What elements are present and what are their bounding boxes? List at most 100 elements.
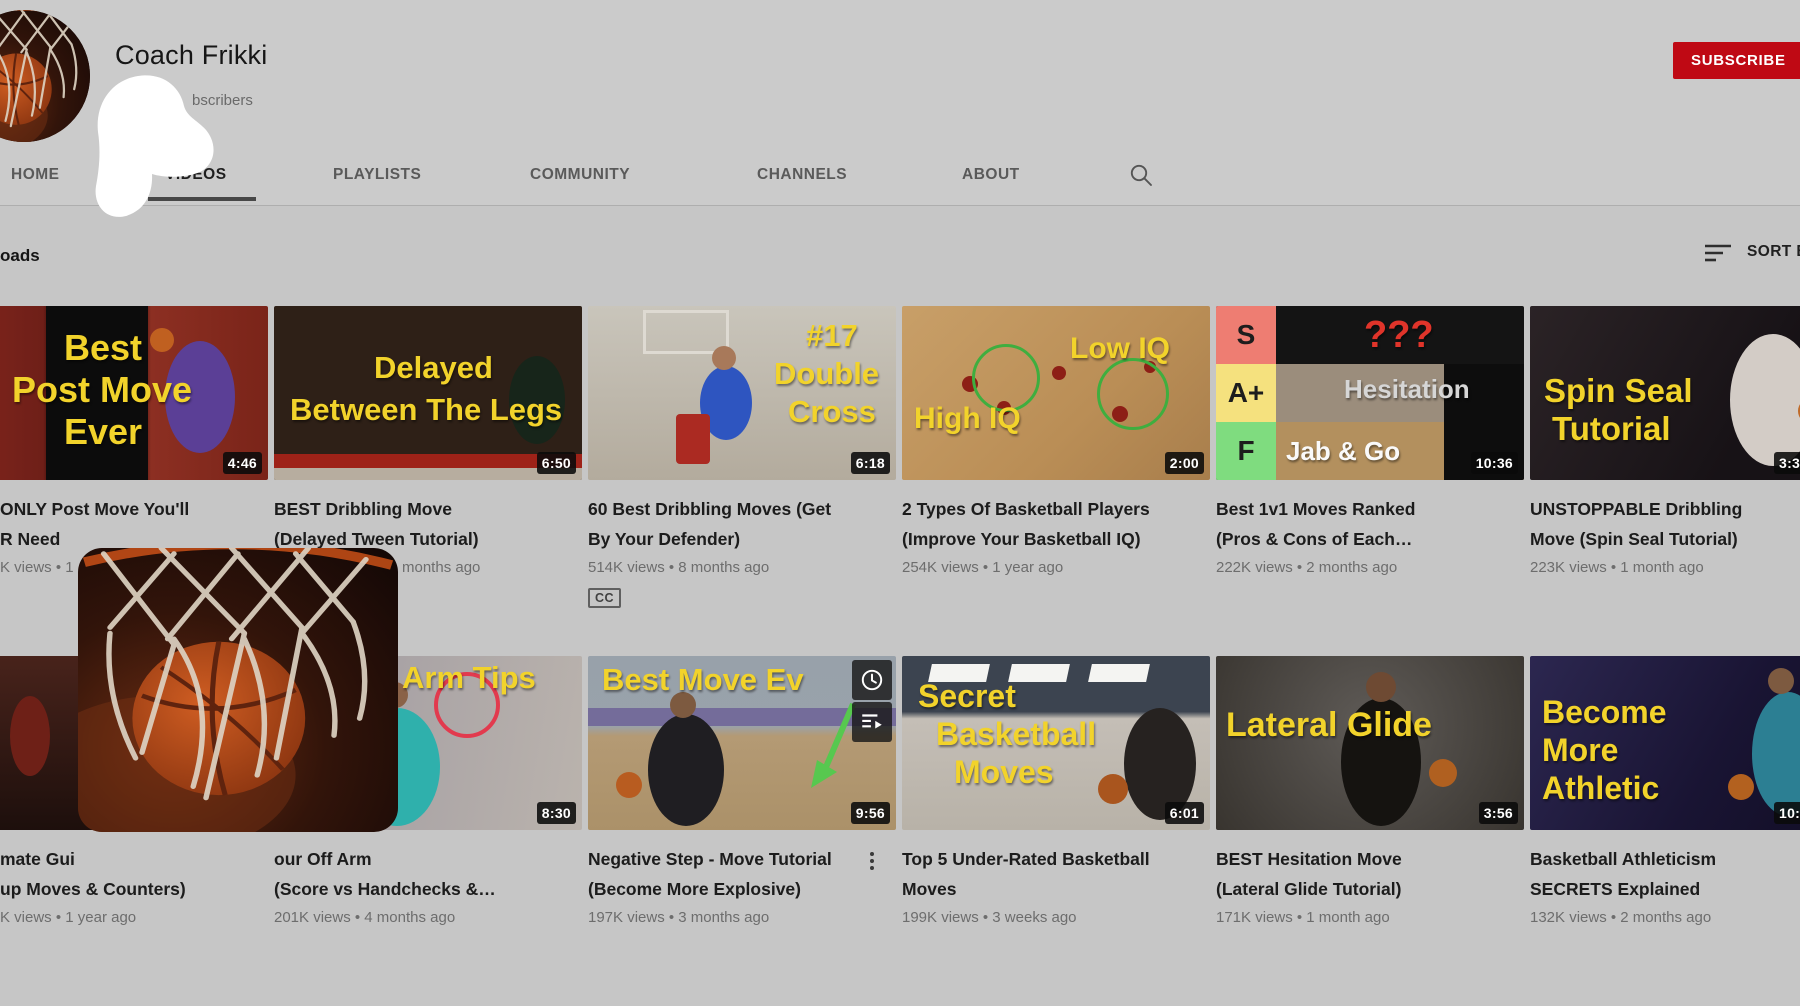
video-title[interactable]: UNSTOPPABLE Dribbling <box>1530 494 1800 524</box>
white-paint-blob <box>88 66 223 226</box>
thumb-caption: Basketball <box>936 718 1096 750</box>
video-thumbnail[interactable]: Become More Athletic 10:3 <box>1530 656 1800 830</box>
thumb-caption: Low IQ <box>1070 334 1170 364</box>
thumb-caption: #17 <box>806 320 858 351</box>
basketball-net-image <box>0 10 90 142</box>
uploads-heading: oads <box>0 246 40 266</box>
video-title[interactable]: 2 Types Of Basketball Players <box>902 494 1210 524</box>
video-title[interactable]: (Become More Explosive) <box>588 874 896 904</box>
video-title[interactable]: Negative Step - Move Tutorial <box>588 844 896 874</box>
video-title[interactable]: ONLY Post Move You'll <box>0 494 268 524</box>
thumb-caption: Become <box>1542 696 1667 728</box>
video-meta: K views • 1 year ago <box>0 909 268 926</box>
thumb-caption: Between The Legs <box>290 394 562 425</box>
video-thumbnail[interactable]: #17 Double Cross 6:18 <box>588 306 896 480</box>
sort-label: SORT BY <box>1747 243 1800 261</box>
thumb-caption: Athletic <box>1542 772 1659 804</box>
video-title[interactable]: (Pros & Cons of Each… <box>1216 524 1524 554</box>
duration-badge: 10:36 <box>1471 452 1518 474</box>
thumb-caption: Arm Tips <box>402 662 536 693</box>
video-meta: 223K views • 1 month ago <box>1530 559 1800 576</box>
duration-badge: 6:50 <box>537 452 576 474</box>
video-title[interactable]: Best 1v1 Moves Ranked <box>1216 494 1524 524</box>
video-title[interactable]: (Improve Your Basketball IQ) <box>902 524 1210 554</box>
video-thumbnail[interactable]: S A+ F ??? Hesitation Jab & Go 10:36 <box>1216 306 1524 480</box>
video-card: #17 Double Cross 6:18 60 Best Dribbling … <box>588 306 896 656</box>
tier-label: F <box>1216 422 1276 480</box>
duration-badge: 6:18 <box>851 452 890 474</box>
video-title[interactable]: SECRETS Explained <box>1530 874 1800 904</box>
video-thumbnail[interactable]: Secret Basketball Moves 6:01 <box>902 656 1210 830</box>
tab-playlists[interactable]: PLAYLISTS <box>333 166 421 184</box>
watch-later-icon[interactable] <box>852 660 892 700</box>
video-card: Low IQ High IQ 2:00 2 Types Of Basketbal… <box>902 306 1210 656</box>
video-title[interactable]: our Off Arm <box>274 844 582 874</box>
video-title[interactable]: BEST Dribbling Move <box>274 494 582 524</box>
duration-badge: 6:01 <box>1165 802 1204 824</box>
video-meta: 132K views • 2 months ago <box>1530 909 1800 926</box>
video-thumbnail[interactable]: Best Post Move Ever 4:46 <box>0 306 268 480</box>
thumb-caption: Jab & Go <box>1286 438 1400 464</box>
closed-captions-badge: CC <box>588 588 621 608</box>
tab-community[interactable]: COMMUNITY <box>530 166 630 184</box>
video-meta: 201K views • 4 months ago <box>274 909 582 926</box>
sort-icon <box>1703 241 1733 265</box>
duration-badge: 9:56 <box>851 802 890 824</box>
video-title[interactable]: (Score vs Handchecks &… <box>274 874 582 904</box>
channel-avatar[interactable] <box>0 10 90 142</box>
thumb-caption: High IQ <box>914 404 1021 434</box>
video-title[interactable]: 60 Best Dribbling Moves (Get <box>588 494 896 524</box>
avatar-drag-preview-image <box>78 548 398 832</box>
video-title[interactable]: BEST Hesitation Move <box>1216 844 1524 874</box>
thumb-caption: Tutorial <box>1552 412 1671 445</box>
tab-home[interactable]: HOME <box>11 166 60 184</box>
video-card: Best Move Ev 9:56 <box>588 656 896 1006</box>
tier-label: A+ <box>1216 364 1276 422</box>
video-meta: 514K views • 8 months ago <box>588 559 896 576</box>
video-thumbnail[interactable]: Best Move Ev 9:56 <box>588 656 896 830</box>
video-title[interactable]: By Your Defender) <box>588 524 896 554</box>
thumb-caption: Lateral Glide <box>1226 708 1432 742</box>
video-thumbnail[interactable]: Spin Seal Tutorial 3:3 <box>1530 306 1800 480</box>
duration-badge: 3:3 <box>1774 452 1800 474</box>
video-meta: 197K views • 3 months ago <box>588 909 896 926</box>
video-thumbnail[interactable]: Lateral Glide 3:56 <box>1216 656 1524 830</box>
video-title[interactable]: Moves <box>902 874 1210 904</box>
thumb-caption: Post Move <box>12 372 192 408</box>
tab-channels[interactable]: CHANNELS <box>757 166 847 184</box>
video-title[interactable]: Move (Spin Seal Tutorial) <box>1530 524 1800 554</box>
duration-badge: 10:3 <box>1774 802 1800 824</box>
thumb-caption: Best Move Ev <box>602 664 804 695</box>
tier-label: S <box>1216 306 1276 364</box>
thumb-caption: Spin Seal <box>1544 374 1693 407</box>
video-meta: 254K views • 1 year ago <box>902 559 1210 576</box>
subscribe-button[interactable]: SUBSCRIBE <box>1673 42 1800 79</box>
thumb-caption: Moves <box>954 756 1054 788</box>
video-options-menu-icon[interactable] <box>870 852 874 856</box>
add-to-queue-icon[interactable] <box>852 702 892 742</box>
video-title[interactable]: Top 5 Under-Rated Basketball <box>902 844 1210 874</box>
duration-badge: 3:56 <box>1479 802 1518 824</box>
thumb-caption: Hesitation <box>1344 376 1470 402</box>
duration-badge: 8:30 <box>537 802 576 824</box>
channel-search-icon[interactable] <box>1128 162 1154 188</box>
duration-badge: 2:00 <box>1165 452 1204 474</box>
video-card: Become More Athletic 10:3 Basketball Ath… <box>1530 656 1800 1006</box>
video-card: Secret Basketball Moves 6:01 Top 5 Under… <box>902 656 1210 1006</box>
video-thumbnail[interactable]: Low IQ High IQ 2:00 <box>902 306 1210 480</box>
video-card: Spin Seal Tutorial 3:3 UNSTOPPABLE Dribb… <box>1530 306 1800 656</box>
video-card: Lateral Glide 3:56 BEST Hesitation Move … <box>1216 656 1524 1006</box>
channel-header: Coach Frikki bscribers SUBSCRIBE HOME VI… <box>0 0 1800 206</box>
thumb-caption: ??? <box>1364 316 1434 354</box>
sort-control[interactable]: SORT BY <box>1703 241 1800 267</box>
thumb-caption: More <box>1542 734 1618 766</box>
video-title[interactable]: mate Gui <box>0 844 268 874</box>
thumb-caption: Double <box>774 358 879 389</box>
tab-about[interactable]: ABOUT <box>962 166 1020 184</box>
video-thumbnail[interactable]: Delayed Between The Legs 6:50 <box>274 306 582 480</box>
video-title[interactable]: (Lateral Glide Tutorial) <box>1216 874 1524 904</box>
video-title[interactable]: Basketball Athleticism <box>1530 844 1800 874</box>
duration-badge: 4:46 <box>223 452 262 474</box>
video-title[interactable]: up Moves & Counters) <box>0 874 268 904</box>
thumb-caption: Secret <box>918 680 1016 712</box>
